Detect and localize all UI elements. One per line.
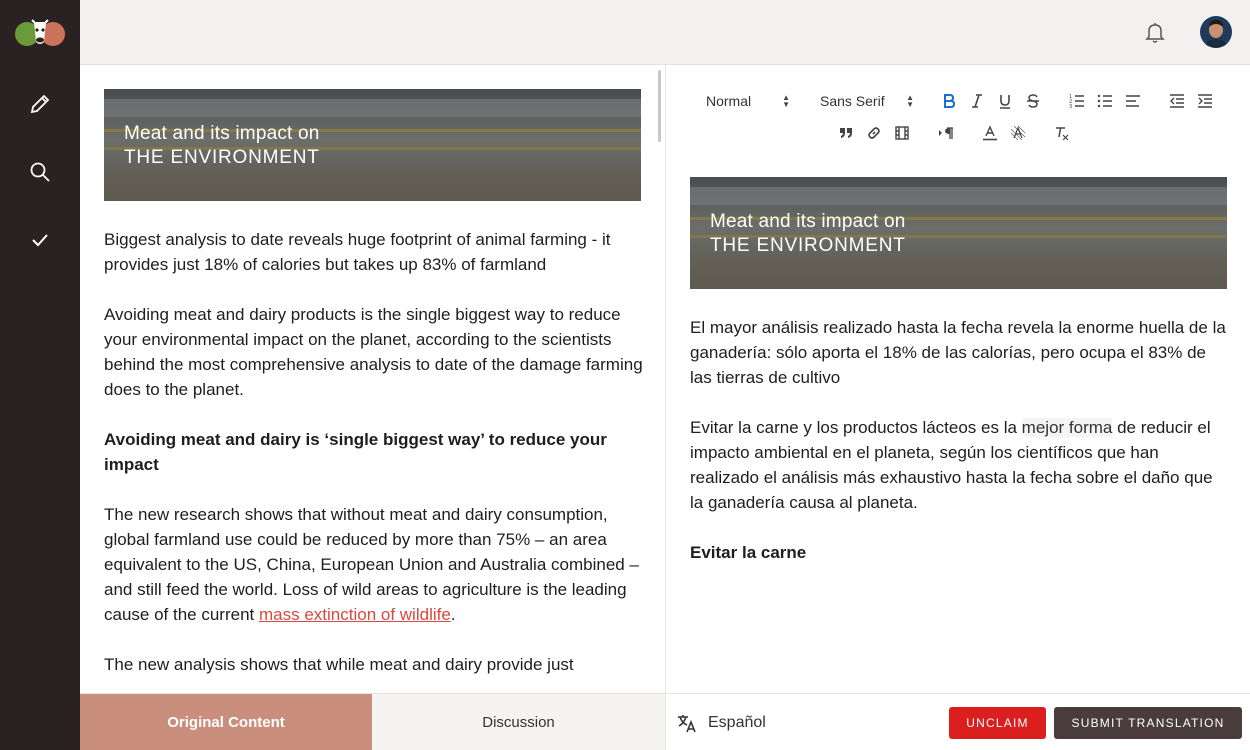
svg-text:3: 3 bbox=[1069, 104, 1072, 109]
italic-icon[interactable] bbox=[967, 91, 987, 111]
avatar[interactable] bbox=[1200, 16, 1232, 48]
unclaim-button[interactable]: UNCLAIM bbox=[949, 707, 1046, 739]
select-arrows-icon: ▲ ▼ bbox=[906, 93, 914, 109]
original-content-pane: Meat and its impact on THE ENVIRONMENT B… bbox=[80, 65, 665, 693]
tab-original-content-label: Original Content bbox=[167, 714, 285, 731]
banner-title-line1: Meat and its impact on bbox=[710, 211, 906, 232]
translation-banner: Meat and its impact on THE ENVIRONMENT bbox=[690, 177, 1227, 289]
highlighted-phrase[interactable]: mejor forma bbox=[1021, 418, 1113, 437]
background-color-icon[interactable] bbox=[1008, 123, 1028, 143]
original-document: Meat and its impact on THE ENVIRONMENT B… bbox=[104, 89, 649, 693]
sidebar bbox=[0, 0, 80, 750]
link-icon[interactable] bbox=[864, 123, 884, 143]
ordered-list-icon[interactable]: 123 bbox=[1067, 91, 1087, 111]
bottom-bar: Original Content Discussion Español UNCL… bbox=[80, 693, 1250, 750]
language-label: Español bbox=[708, 713, 766, 731]
submit-translation-button[interactable]: SUBMIT TRANSLATION bbox=[1054, 707, 1242, 739]
original-heading: Avoiding meat and dairy is ‘single bigge… bbox=[104, 430, 607, 474]
translation-heading: Evitar la carne bbox=[690, 543, 807, 562]
original-paragraph-3-end: . bbox=[450, 605, 456, 624]
tab-discussion-label: Discussion bbox=[482, 714, 555, 731]
clear-format-icon[interactable] bbox=[1052, 123, 1072, 143]
bold-icon[interactable] bbox=[939, 91, 959, 111]
original-paragraph-4: The new analysis shows that while meat a… bbox=[104, 655, 574, 674]
mass-extinction-link[interactable]: mass extinction of wildlife bbox=[259, 605, 451, 624]
article-banner: Meat and its impact on THE ENVIRONMENT bbox=[104, 89, 641, 201]
format-select-value: Normal bbox=[706, 93, 752, 109]
underline-icon[interactable] bbox=[995, 91, 1015, 111]
blockquote-icon[interactable] bbox=[836, 123, 856, 143]
editor-toolbar: Normal ▲ ▼ Sans Serif ▲ ▼ 123 bbox=[666, 65, 1250, 165]
strikethrough-icon[interactable] bbox=[1023, 91, 1043, 111]
topbar bbox=[80, 0, 1250, 65]
translate-icon bbox=[676, 712, 698, 734]
checkmark-icon[interactable] bbox=[20, 220, 60, 260]
translation-paragraph-2: Evitar la carne y los productos lácteos … bbox=[690, 415, 1230, 515]
bell-icon[interactable] bbox=[1143, 20, 1167, 44]
original-paragraph-1: Biggest analysis to date reveals huge fo… bbox=[104, 230, 611, 274]
select-arrows-icon: ▲ ▼ bbox=[782, 93, 790, 109]
tab-discussion[interactable]: Discussion bbox=[372, 694, 665, 750]
bullet-list-icon[interactable] bbox=[1095, 91, 1115, 111]
original-paragraph-2: Avoiding meat and dairy products is the … bbox=[104, 305, 643, 399]
original-paragraph-3: The new research shows that without meat… bbox=[104, 502, 649, 627]
tab-original-content[interactable]: Original Content bbox=[80, 694, 372, 750]
outdent-icon[interactable] bbox=[1167, 91, 1187, 111]
text-direction-icon[interactable] bbox=[936, 123, 956, 143]
banner-title-line2: THE ENVIRONMENT bbox=[710, 235, 906, 256]
font-select[interactable]: Sans Serif ▲ ▼ bbox=[820, 89, 914, 113]
search-icon[interactable] bbox=[20, 152, 60, 192]
video-icon[interactable] bbox=[892, 123, 912, 143]
pencil-icon[interactable] bbox=[20, 84, 60, 124]
banner-title-line1: Meat and its impact on bbox=[124, 123, 320, 144]
font-select-value: Sans Serif bbox=[820, 93, 885, 109]
language-selector[interactable]: Español bbox=[665, 694, 945, 750]
translation-editor-pane: Normal ▲ ▼ Sans Serif ▲ ▼ 123 Meat and i… bbox=[665, 65, 1250, 693]
align-left-icon[interactable] bbox=[1123, 91, 1143, 111]
translation-paragraph-1: El mayor análisis realizado hasta la fec… bbox=[690, 318, 1226, 387]
translation-paragraph-2-start: Evitar la carne y los productos lácteos … bbox=[690, 418, 1022, 437]
banner-title-line2: THE ENVIRONMENT bbox=[124, 147, 320, 168]
format-select[interactable]: Normal ▲ ▼ bbox=[706, 89, 790, 113]
text-color-icon[interactable] bbox=[980, 123, 1000, 143]
translation-document[interactable]: Meat and its impact on THE ENVIRONMENT E… bbox=[690, 177, 1230, 590]
original-scrollbar[interactable] bbox=[658, 70, 661, 142]
cow-logo-icon[interactable] bbox=[14, 14, 66, 50]
indent-icon[interactable] bbox=[1195, 91, 1215, 111]
